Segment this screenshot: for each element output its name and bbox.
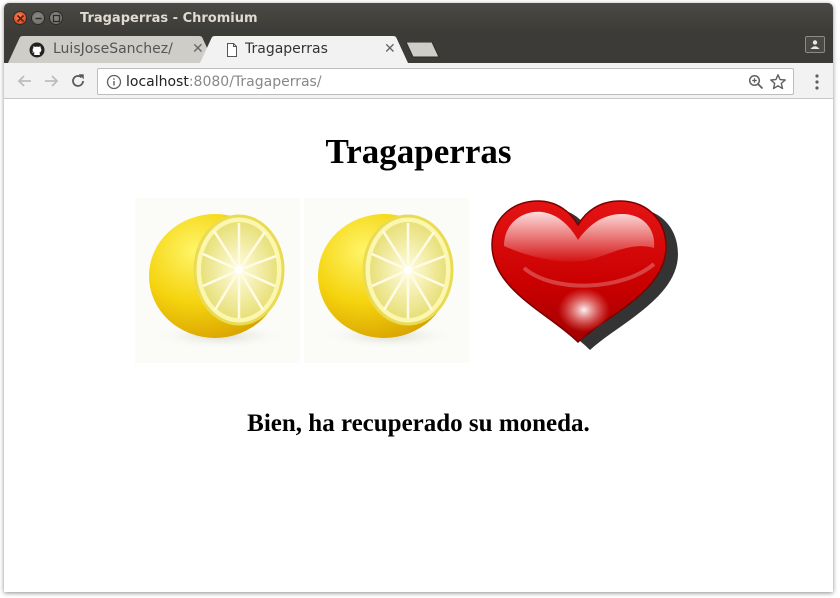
- reload-icon[interactable]: [69, 72, 87, 90]
- minimize-icon: [35, 17, 42, 20]
- info-icon[interactable]: [106, 74, 122, 90]
- zoom-icon[interactable]: [748, 74, 764, 90]
- result-message: Bien, ha recuperado su moneda.: [247, 410, 590, 437]
- browser-toolbar: localhost:8080/Tragaperras/: [4, 63, 833, 99]
- menu-dots-icon[interactable]: [814, 73, 820, 91]
- url-path: :8080/Tragaperras/: [188, 74, 322, 90]
- github-icon: [29, 42, 45, 58]
- forward-arrow-icon[interactable]: [42, 72, 60, 90]
- title-bar: Tragaperras - Chromium: [4, 3, 833, 34]
- profile-button[interactable]: [805, 36, 825, 53]
- url-host: localhost: [126, 74, 189, 90]
- close-window-button[interactable]: [13, 11, 27, 25]
- page-title: Tragaperras: [325, 132, 512, 171]
- lemon-image: [135, 198, 300, 363]
- tab-strip: LuisJoseSanchez/t ✕ Tragaperras ✕: [4, 34, 833, 63]
- tab-label: Tragaperras: [245, 41, 328, 57]
- back-arrow-icon[interactable]: [16, 72, 34, 90]
- heart-image: [491, 200, 678, 350]
- new-tab-button[interactable]: [406, 42, 440, 58]
- bookmark-star-icon[interactable]: [769, 73, 787, 91]
- person-icon: [810, 40, 820, 49]
- browser-window: Tragaperras - Chromium LuisJoseSanchez/t…: [4, 3, 833, 592]
- tab-label: LuisJoseSanchez/t: [53, 41, 173, 57]
- page-content: Tragaperras Bien, ha recuperado su moned…: [4, 100, 833, 592]
- tab-github[interactable]: LuisJoseSanchez/t ✕: [8, 36, 214, 63]
- tab-tragaperras[interactable]: Tragaperras ✕: [200, 36, 408, 63]
- minimize-window-button[interactable]: [31, 11, 45, 25]
- lemon-image: [304, 198, 469, 363]
- url-text[interactable]: localhost:8080/Tragaperras/: [126, 74, 322, 90]
- maximize-icon: [52, 14, 61, 23]
- window-title: Tragaperras - Chromium: [80, 11, 258, 26]
- tab-close-icon[interactable]: ✕: [384, 41, 396, 57]
- address-bar[interactable]: localhost:8080/Tragaperras/: [97, 68, 794, 95]
- page-icon: [227, 43, 237, 57]
- maximize-window-button[interactable]: [49, 11, 63, 25]
- close-icon: [16, 14, 25, 23]
